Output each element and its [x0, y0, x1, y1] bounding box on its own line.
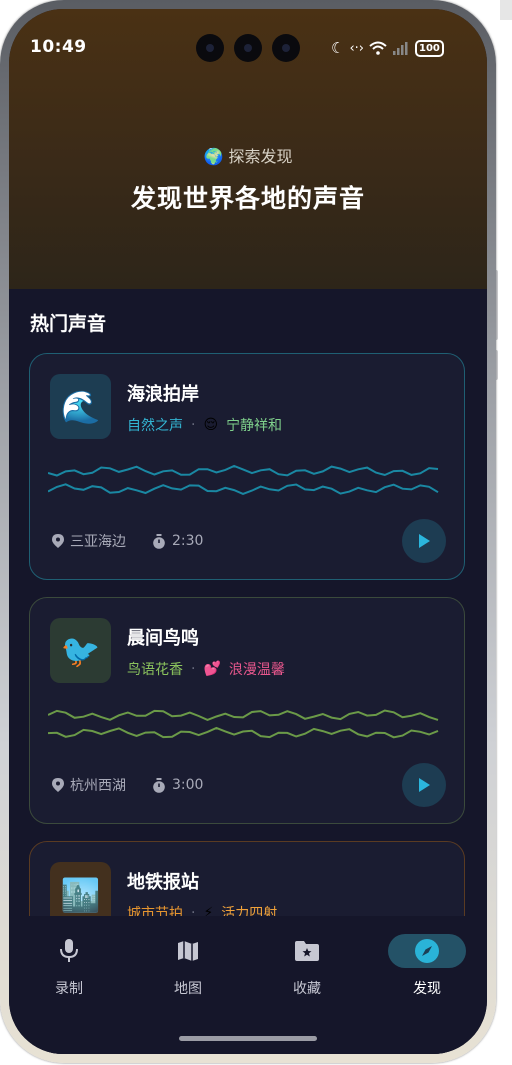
duration-text: 3:00 — [172, 777, 204, 793]
globe-icon: 🌍 — [203, 147, 224, 166]
sound-card[interactable]: 🐦 晨间鸟鸣鸟语花香 · 💕 浪漫温馨杭州西湖 3:00 — [29, 597, 465, 824]
location-pin-icon — [52, 778, 64, 792]
page-title: 发现世界各地的声音 — [130, 184, 365, 213]
sound-meta: 杭州西湖 3:00 — [52, 775, 203, 795]
compass-icon — [415, 939, 439, 963]
camera-icon — [272, 34, 300, 62]
location-text: 杭州西湖 — [70, 778, 126, 794]
tag-separator: · — [191, 661, 196, 677]
sound-thumbnail: 🐦 — [50, 618, 111, 683]
hero-kicker-label: 探索发现 — [228, 147, 293, 166]
nav-favorites[interactable]: 收藏 — [267, 934, 347, 998]
duration-text: 2:30 — [172, 533, 204, 549]
nav-map-label: 地图 — [174, 981, 202, 997]
mood-emoji: 💕 — [203, 661, 221, 677]
timer-icon — [153, 777, 165, 793]
location-pin-icon — [52, 534, 64, 548]
play-icon — [419, 534, 430, 548]
bottom-nav: 录制 地图 收藏 发现 — [9, 916, 487, 1054]
sound-title: 地铁报站 — [127, 872, 199, 893]
background-strip — [500, 0, 512, 20]
category-tag: 鸟语花香 — [127, 662, 183, 678]
microphone-icon — [60, 939, 78, 962]
home-indicator — [179, 1036, 317, 1041]
sound-thumbnail: 🌊 — [50, 374, 111, 439]
tag-separator: · — [191, 417, 196, 433]
mood-emoji: 😌 — [203, 417, 219, 433]
cellular-icon — [392, 42, 408, 55]
category-tag: 自然之声 — [127, 418, 183, 434]
play-button[interactable] — [402, 519, 446, 563]
nav-favorites-label: 收藏 — [293, 981, 321, 997]
waveform — [48, 464, 439, 495]
sound-tags: 鸟语花香 · 💕 浪漫温馨 — [127, 659, 285, 679]
phone-frame: 10:49 ☾ ‹·› 100 🌍 探索发现 发现世界各地的声音 热门声音 🌊 … — [0, 0, 496, 1063]
folder-star-icon — [295, 941, 319, 961]
hero-banner: 10:49 ☾ ‹·› 100 🌍 探索发现 发现世界各地的声音 — [9, 9, 487, 289]
moon-icon: ☾ — [331, 39, 345, 57]
hero-kicker: 🌍 探索发现 — [9, 143, 487, 167]
nav-discover[interactable]: 发现 — [387, 934, 467, 998]
sound-meta: 三亚海边 2:30 — [52, 531, 203, 551]
app-screen: 10:49 ☾ ‹·› 100 🌍 探索发现 发现世界各地的声音 热门声音 🌊 … — [9, 9, 487, 1054]
sound-title: 海浪拍岸 — [127, 384, 199, 405]
sound-title: 晨间鸟鸣 — [127, 628, 199, 649]
timer-icon — [153, 533, 165, 549]
nav-record[interactable]: 录制 — [29, 934, 109, 998]
play-icon — [419, 778, 430, 792]
section-title: 热门声音 — [30, 313, 107, 335]
mood-tag: 宁静祥和 — [226, 418, 283, 434]
location-text: 三亚海边 — [70, 534, 126, 550]
camera-icon — [234, 34, 262, 62]
camera-icon — [196, 34, 224, 62]
waveform — [48, 709, 439, 739]
nav-record-label: 录制 — [55, 981, 83, 997]
map-icon — [178, 941, 198, 961]
nav-discover-label: 发现 — [413, 981, 441, 997]
mood-tag: 浪漫温馨 — [228, 662, 285, 678]
sound-card[interactable]: 🌊 海浪拍岸自然之声 · 😌 宁静祥和三亚海边 2:30 — [29, 353, 465, 580]
status-time: 10:49 — [30, 37, 87, 57]
signal-arrows-icon: ‹·› — [349, 40, 364, 56]
nav-map[interactable]: 地图 — [148, 934, 228, 998]
status-icons: ☾ ‹·› 100 — [331, 39, 444, 57]
wifi-icon — [369, 41, 387, 55]
battery-icon: 100 — [414, 39, 444, 57]
status-bar: 10:49 ☾ ‹·› 100 — [9, 9, 487, 89]
sound-tags: 自然之声 · 😌 宁静祥和 — [127, 415, 282, 435]
play-button[interactable] — [402, 763, 446, 807]
